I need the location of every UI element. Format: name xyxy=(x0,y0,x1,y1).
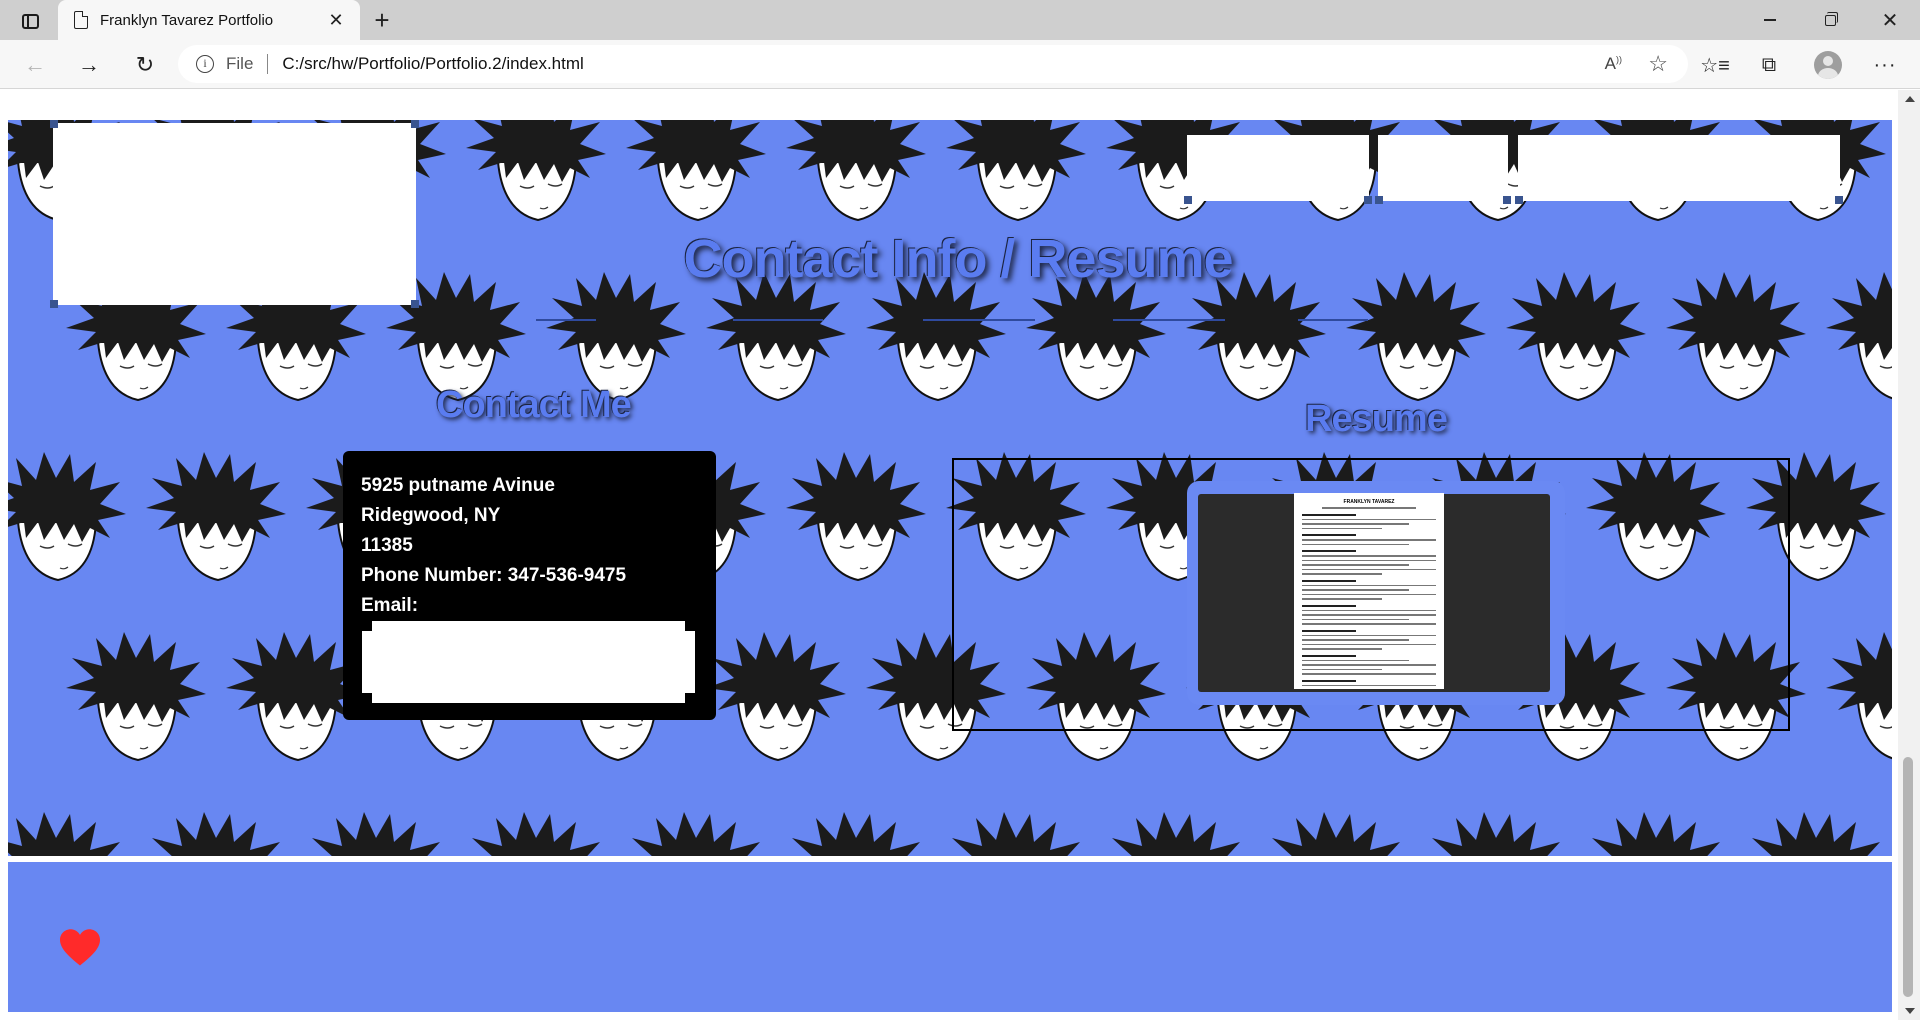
background-face-pattern xyxy=(58,630,208,770)
background-face-pattern xyxy=(1818,270,1892,410)
back-arrow-icon[interactable]: ← xyxy=(18,48,52,82)
scroll-down-arrow-icon[interactable] xyxy=(1905,1008,1915,1014)
page-viewport: Contact Info / Resume Contact Me Resume … xyxy=(0,90,1920,1020)
resume-heading: Resume xyxy=(1305,398,1448,440)
email-link-box[interactable] xyxy=(362,621,695,703)
info-icon[interactable]: i xyxy=(196,55,214,73)
profile-avatar-icon[interactable] xyxy=(1813,50,1843,80)
url-scheme: File xyxy=(226,54,254,73)
background-face-pattern xyxy=(1738,810,1888,856)
restore-button[interactable] xyxy=(1800,0,1860,40)
background-face-pattern xyxy=(858,270,1008,410)
close-icon[interactable]: ✕ xyxy=(324,8,348,32)
tab-actions-icon[interactable] xyxy=(14,8,46,34)
url-separator xyxy=(267,54,269,74)
background-face-pattern xyxy=(458,120,608,230)
star-add-icon[interactable]: ☆ xyxy=(1648,51,1668,77)
background-face-pattern xyxy=(1498,270,1648,410)
background-face-pattern xyxy=(8,450,128,590)
background-face-pattern xyxy=(138,810,288,856)
footer xyxy=(8,862,1892,1012)
resume-preview-name: FRANKLYN TAVAREZ xyxy=(1343,499,1395,505)
nav-link-box-3[interactable] xyxy=(1515,135,1843,204)
plus-icon[interactable]: + xyxy=(368,6,396,34)
address-line-2: Ridegwood, NY xyxy=(361,505,501,526)
background-face-pattern xyxy=(938,120,1088,230)
underline-decoration xyxy=(733,319,823,321)
underline-decoration xyxy=(1298,319,1368,321)
background-face-pattern xyxy=(1098,810,1248,856)
underline-decoration xyxy=(1113,319,1225,321)
close-window-button[interactable]: ✕ xyxy=(1860,0,1920,40)
url-text[interactable]: C:/src/hw/Portfolio/Portfolio.2/index.ht… xyxy=(282,54,583,74)
underline-decoration xyxy=(536,319,596,321)
scrollbar-thumb[interactable] xyxy=(1903,757,1913,997)
background-face-pattern xyxy=(298,810,448,856)
favorites-icon[interactable]: ☆≡ xyxy=(1700,50,1730,80)
page-content: Contact Info / Resume Contact Me Resume … xyxy=(8,90,1892,1020)
background-face-pattern xyxy=(138,450,288,590)
background-face-pattern xyxy=(1658,270,1808,410)
zip-code: 11385 xyxy=(361,535,413,556)
forward-arrow-icon[interactable]: → xyxy=(72,48,106,82)
background-face-pattern xyxy=(458,810,608,856)
tab-title: Franklyn Tavarez Portfolio xyxy=(100,11,274,29)
contact-card: 5925 putname Avinue Ridegwood, NY 11385 … xyxy=(343,451,716,720)
background-face-pattern xyxy=(938,810,1088,856)
background-face-pattern xyxy=(618,120,768,230)
background-face-pattern xyxy=(1258,810,1408,856)
nav-link-box-2[interactable] xyxy=(1375,135,1511,204)
background-face-pattern xyxy=(778,120,928,230)
background-face-pattern xyxy=(1418,810,1568,856)
address-line-1: 5925 putname Avinue xyxy=(361,475,555,496)
background-face-pattern xyxy=(778,810,928,856)
reload-icon[interactable]: ↻ xyxy=(128,48,162,82)
background-face-pattern xyxy=(8,810,128,856)
contact-heading: Contact Me xyxy=(436,384,632,426)
background-face-pattern xyxy=(1018,270,1168,410)
email-label: Email: xyxy=(361,595,419,616)
browser-tab[interactable]: Franklyn Tavarez Portfolio ✕ xyxy=(58,0,360,40)
background-face-pattern xyxy=(618,810,768,856)
nav-link-box-1[interactable] xyxy=(1184,135,1372,204)
browser-title-bar: Franklyn Tavarez Portfolio ✕ + ✕ xyxy=(0,0,1920,40)
minimize-button[interactable] xyxy=(1740,0,1800,40)
background-face-pattern xyxy=(1338,270,1488,410)
address-bar[interactable]: i File C:/src/hw/Portfolio/Portfolio.2/i… xyxy=(178,45,1688,83)
logo-box xyxy=(50,120,419,308)
underline-decoration xyxy=(923,319,1035,321)
page-icon xyxy=(74,11,88,29)
page-scrollbar[interactable] xyxy=(1898,90,1920,1020)
browser-toolbar: ← → ↻ i File C:/src/hw/Portfolio/Portfol… xyxy=(0,40,1920,89)
background-face-pattern xyxy=(1818,630,1892,770)
background-face-pattern xyxy=(698,270,848,410)
page-title: Contact Info / Resume xyxy=(683,229,1233,289)
background-face-pattern xyxy=(1178,270,1328,410)
background-face-pattern xyxy=(778,450,928,590)
resume-preview-image[interactable]: FRANKLYN TAVAREZ xyxy=(1294,493,1444,689)
contact-section: Contact Info / Resume Contact Me Resume … xyxy=(8,117,1892,859)
heart-icon xyxy=(60,929,100,966)
background-face-pattern xyxy=(698,630,848,770)
background-face-pattern xyxy=(1578,810,1728,856)
read-aloud-icon[interactable]: A)) xyxy=(1605,54,1622,74)
scroll-up-arrow-icon[interactable] xyxy=(1905,96,1915,102)
collections-icon[interactable]: ⧉ xyxy=(1754,50,1784,80)
phone-number: Phone Number: 347-536-9475 xyxy=(361,565,627,586)
more-icon[interactable]: ··· xyxy=(1870,50,1900,80)
